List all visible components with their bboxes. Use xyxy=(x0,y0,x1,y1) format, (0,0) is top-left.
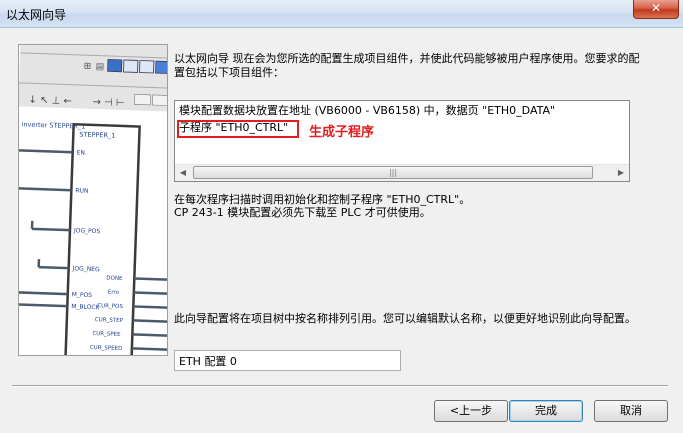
naming-note: 此向导配置将在项目树中按名称排列引用。您可以编辑默认名称，以便更好地识别此向导配… xyxy=(174,312,636,325)
annotation-label: 生成子程序 xyxy=(309,125,375,140)
illustration-input: JOG_NEG xyxy=(71,265,100,273)
highlight-annotation-box xyxy=(177,120,299,138)
title-bar: 以太网向导 ✕ xyxy=(0,0,683,28)
scroll-thumb[interactable]: ||| xyxy=(193,166,593,179)
cancel-button[interactable]: 取消 xyxy=(594,400,668,422)
svg-text:↓ ↖ ⊥ ←: ↓ ↖ ⊥ ← xyxy=(28,95,72,108)
illustration-block-title: STEPPER_1 xyxy=(79,130,115,139)
illustration-output: CUR_SPEED xyxy=(90,345,123,352)
separator xyxy=(12,385,668,387)
info-line: CP 243-1 模块配置必须先下载至 PLC 才可供使用。 xyxy=(174,206,431,219)
horizontal-scrollbar[interactable]: ◀ ||| ▶ xyxy=(175,164,629,181)
svg-text:→ ⊣ ⊢: → ⊣ ⊢ xyxy=(92,97,125,109)
illustration-output: DONE xyxy=(106,275,123,282)
illustration-output: CUR_STEP xyxy=(95,317,124,324)
wizard-illustration: ⊞ ▤ ↓ ↖ ⊥ ← → ⊣ ⊢ inverter STEPPER_1 STE… xyxy=(18,44,168,356)
window-title: 以太网向导 xyxy=(6,8,67,22)
config-name-input[interactable] xyxy=(174,350,401,371)
scroll-left-icon[interactable]: ◀ xyxy=(175,165,191,180)
illustration-output: CUR_POS xyxy=(97,303,123,310)
close-icon: ✕ xyxy=(650,1,662,15)
illustration-input: M_POS xyxy=(72,291,93,299)
svg-text:▤: ▤ xyxy=(96,62,105,72)
illustration-input: M_BLOCK xyxy=(71,303,101,311)
svg-text:⊞: ⊞ xyxy=(84,62,92,72)
component-list[interactable]: 模块配置数据块放置在地址 (VB6000 - VB6158) 中，数据页 "ET… xyxy=(174,100,630,182)
scroll-right-icon[interactable]: ▶ xyxy=(613,165,629,180)
wizard-description: 以太网向导 现在会为您所选的配置生成项目组件，并使此代码能够被用户程序使用。您要… xyxy=(174,52,640,79)
close-button[interactable]: ✕ xyxy=(633,0,679,19)
illustration-output: CUR_SPEE xyxy=(92,331,121,338)
list-item[interactable]: 模块配置数据块放置在地址 (VB6000 - VB6158) 中，数据页 "ET… xyxy=(179,104,555,118)
illustration-input: EN xyxy=(77,149,86,156)
back-button[interactable]: <上一步 xyxy=(434,400,508,422)
illustration-output: Erro xyxy=(108,290,120,296)
finish-button[interactable]: 完成 xyxy=(509,400,583,422)
illustration-input: RUN xyxy=(75,187,88,194)
info-text: 在每次程序扫描时调用初始化和控制子程序 "ETH0_CTRL"。 CP 243-… xyxy=(174,193,470,219)
info-line: 在每次程序扫描时调用初始化和控制子程序 "ETH0_CTRL"。 xyxy=(174,193,471,206)
ladder-diagram-illustration: ⊞ ▤ ↓ ↖ ⊥ ← → ⊣ ⊢ inverter STEPPER_1 STE… xyxy=(19,45,167,355)
illustration-input: JOG_POS xyxy=(73,227,101,235)
